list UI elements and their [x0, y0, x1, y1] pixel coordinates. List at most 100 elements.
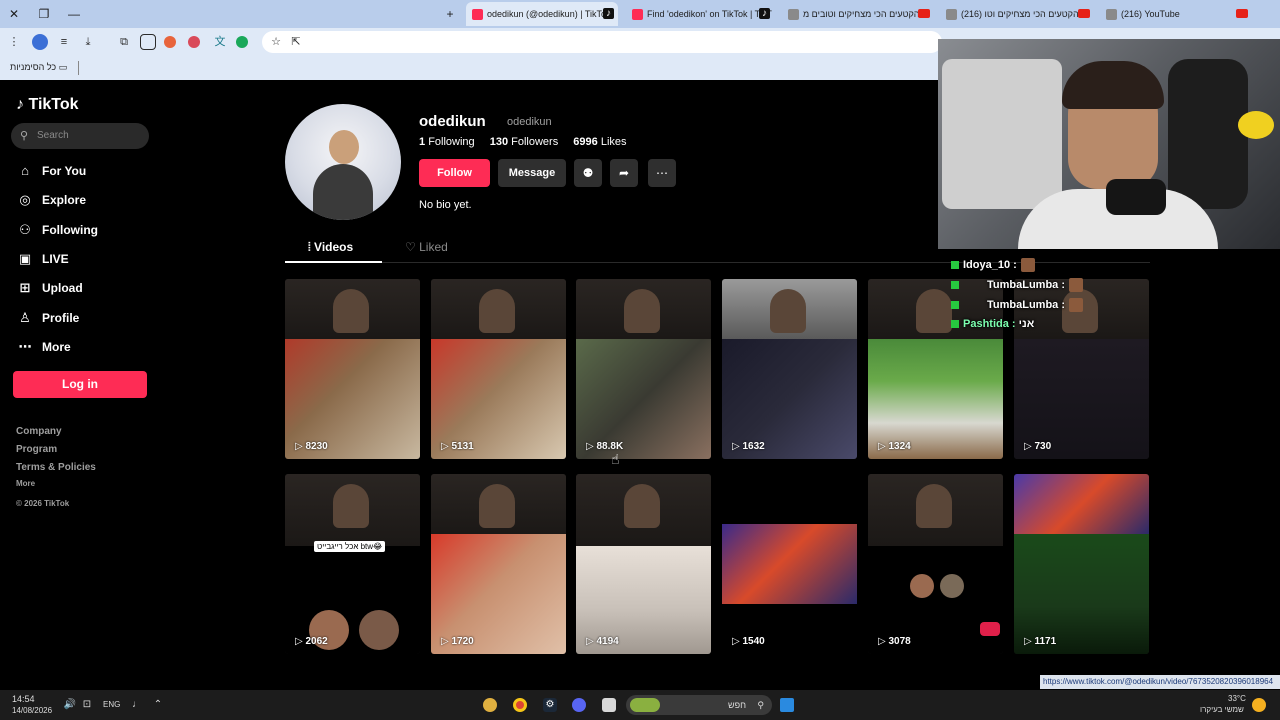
home-icon: ⌂ — [21, 163, 29, 178]
video-thumb-top — [285, 474, 420, 546]
extension-icon[interactable] — [32, 34, 48, 50]
login-button[interactable]: Log in — [13, 371, 147, 398]
download-icon[interactable]: ⤓ — [80, 34, 96, 50]
menu-dots-icon[interactable]: ⋮ — [6, 34, 22, 50]
clock-time[interactable]: 14:54 — [12, 694, 35, 704]
video-thumb-top — [431, 474, 566, 534]
video-card[interactable]: ▷ 8230 — [285, 279, 420, 459]
profile-handle: odedikun — [507, 116, 552, 128]
video-card[interactable]: ▷ 88.8K — [576, 279, 711, 459]
taskbar-search[interactable]: חפש ⚲ — [626, 695, 772, 715]
bookmark-star-icon[interactable]: ☆ — [268, 34, 284, 50]
extension-orange-icon[interactable] — [164, 36, 176, 48]
weather-description[interactable]: שמשי בעיקרו — [1200, 705, 1244, 714]
discord-icon[interactable] — [572, 698, 586, 712]
video-card[interactable]: ▷ 1171 — [1014, 474, 1149, 654]
profile-icon: ♙ — [19, 310, 31, 325]
windows-start-icon[interactable] — [780, 698, 794, 712]
thumb-person — [916, 289, 952, 333]
folder-icon: ▭ — [58, 62, 68, 72]
clock-date[interactable]: 14/08/2026 — [12, 706, 52, 715]
extensions-puzzle-icon[interactable]: ⧉ — [116, 34, 132, 50]
share-arrow-icon: ➦ — [618, 166, 630, 180]
address-bar[interactable]: ☆ ⇱ — [262, 31, 942, 53]
nav-profile[interactable]: ♙ Profile — [16, 307, 156, 329]
share-page-icon[interactable]: ⇱ — [288, 34, 304, 50]
youtube-favicon-icon — [918, 9, 930, 18]
video-views: ▷ 5131 — [441, 441, 474, 452]
chat-username: TumbaLumba : — [987, 278, 1066, 291]
followers-label[interactable]: Followers — [511, 136, 558, 148]
browser-tab-bar: ✕ ❐ — + odedikun (@odedikun) | TikTok ♪ … — [0, 0, 1280, 28]
video-card[interactable]: אכל רייגבייט btw😂 ▷ 2062 — [285, 474, 420, 654]
tab-liked[interactable]: ♡ Liked — [405, 240, 448, 254]
tiktok-logo[interactable]: ♪ TikTok — [16, 96, 79, 114]
reading-list-icon[interactable]: ≡ — [56, 34, 72, 50]
extension-box-icon[interactable] — [140, 34, 156, 50]
browser-tab-tiktok-profile[interactable]: odedikun (@odedikun) | TikTok ♪ — [466, 2, 618, 26]
language-indicator[interactable]: ENG — [103, 700, 120, 709]
weather-sun-icon[interactable] — [1252, 698, 1266, 712]
chevron-up-icon[interactable]: ⌃ — [151, 698, 165, 712]
microphone-icon[interactable]: ♩ — [130, 698, 144, 712]
nav-explore[interactable]: ◎ Explore — [16, 189, 156, 211]
views-count: 1632 — [742, 441, 765, 452]
chrome-icon[interactable] — [513, 698, 527, 712]
follow-button[interactable]: Follow — [419, 159, 490, 187]
tab-close-icon[interactable] — [946, 9, 957, 21]
video-card[interactable]: ▷ 1540 — [722, 474, 857, 654]
nav-live[interactable]: ▣ LIVE — [16, 248, 156, 270]
video-card[interactable]: ▷ 4194 — [576, 474, 711, 654]
steam-icon[interactable]: ⚙ — [543, 698, 557, 712]
tab-close-icon[interactable] — [788, 9, 799, 21]
footer-terms-link[interactable]: Terms & Policies — [16, 462, 96, 473]
translate-icon[interactable]: 文 — [212, 34, 228, 50]
footer-company-link[interactable]: Company — [16, 426, 62, 437]
browser-tab-youtube-3[interactable]: (216) YouTube — [1100, 2, 1252, 26]
chat-line: Pashtida : אני — [951, 318, 1034, 330]
more-options-button[interactable]: ⋯ — [648, 159, 676, 187]
play-icon: ▷ — [1024, 441, 1032, 452]
file-explorer-icon[interactable] — [602, 698, 616, 712]
weather-temperature[interactable]: 33°C — [1228, 694, 1246, 703]
minimize-window-icon[interactable]: — — [66, 6, 82, 22]
browser-tab-tiktok-search[interactable]: Find 'odedikon' on TikTok | TikT ♪ — [626, 2, 774, 26]
profile-avatar[interactable] — [285, 104, 401, 220]
video-card[interactable]: ▷ 1632 — [722, 279, 857, 459]
video-card[interactable]: ▷ 5131 — [431, 279, 566, 459]
video-views: ▷ 3078 — [878, 636, 911, 647]
share-button[interactable]: ➦ — [610, 159, 638, 187]
chat-emote-icon — [1020, 258, 1035, 272]
tab-videos[interactable]: ⦙ Videos — [308, 240, 353, 255]
browser-tab-youtube-1[interactable]: הקטעים הכי מצחיקים וטובים מ — [782, 2, 934, 26]
nav-more[interactable]: ⋯ More — [16, 336, 156, 358]
grammarly-icon[interactable] — [236, 36, 248, 48]
video-card[interactable]: ▷ 1720 — [431, 474, 566, 654]
play-icon: ▷ — [586, 636, 594, 647]
display-icon[interactable]: ⊡ — [80, 698, 94, 712]
nav-for-you[interactable]: ⌂ For You — [16, 160, 156, 182]
volume-icon[interactable]: 🔊 — [63, 698, 77, 712]
nav-upload[interactable]: ⊞ Upload — [16, 277, 156, 299]
tab-close-icon[interactable] — [632, 9, 643, 21]
live-icon: ▣ — [18, 251, 32, 266]
logo-text: TikTok — [28, 96, 79, 113]
thumb-person — [916, 484, 952, 528]
tab-close-icon[interactable] — [472, 9, 483, 21]
browser-tab-youtube-2[interactable]: (216) הקטעים הכי מצחיקים וטו — [940, 2, 1094, 26]
nav-following[interactable]: ⚇ Following — [16, 219, 156, 241]
tab-close-icon[interactable] — [1106, 9, 1117, 21]
all-bookmarks-link[interactable]: כל הסימניות ▭ — [10, 62, 67, 73]
message-button[interactable]: Message — [498, 159, 566, 187]
add-friend-button[interactable]: ⚉ — [574, 159, 602, 187]
search-input[interactable]: ⚲ Search — [11, 123, 149, 149]
close-window-icon[interactable]: ✕ — [6, 6, 22, 22]
new-tab-icon[interactable]: + — [442, 6, 458, 22]
app-icon[interactable] — [483, 698, 497, 712]
video-card[interactable]: ▷ 3078 — [868, 474, 1003, 654]
restore-window-icon[interactable]: ❐ — [36, 6, 52, 22]
footer-more-link[interactable]: More — [16, 479, 35, 488]
footer-program-link[interactable]: Program — [16, 444, 57, 455]
extension-red-icon[interactable] — [188, 36, 200, 48]
following-label[interactable]: Following — [428, 136, 474, 148]
